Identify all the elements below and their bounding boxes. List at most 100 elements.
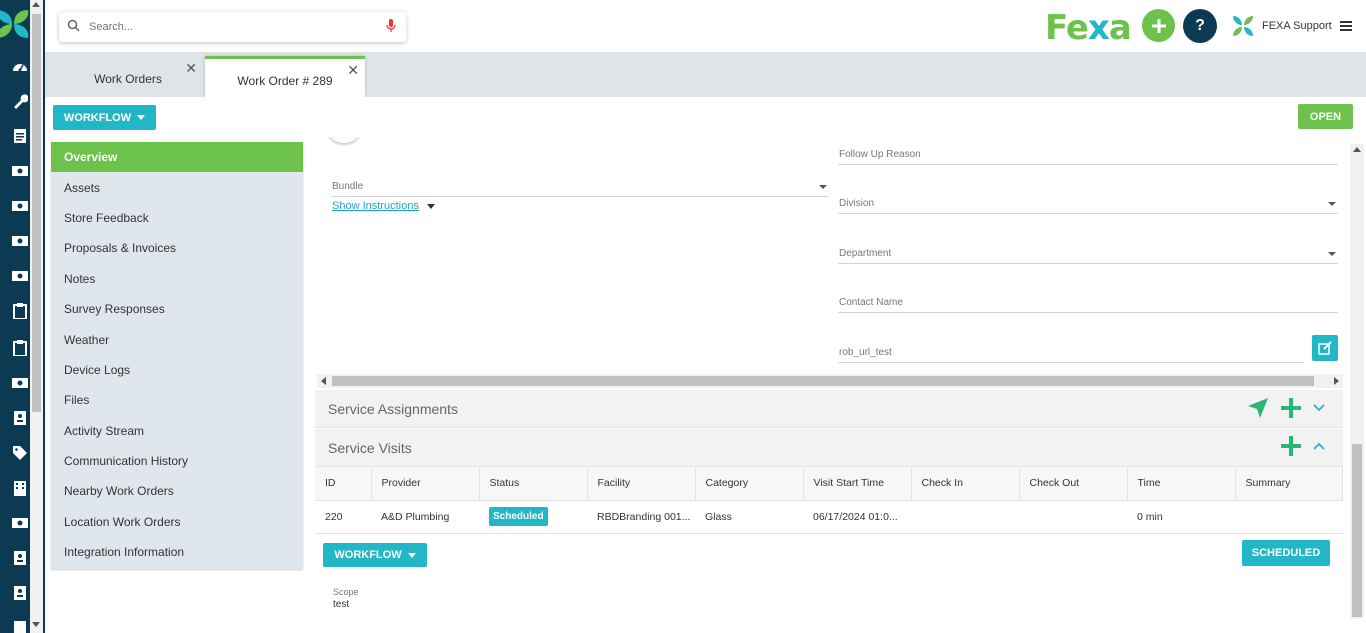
column-header-summary[interactable]: Summary [1235, 467, 1343, 501]
brand-suffix: a [1108, 8, 1132, 48]
dropdown-arrow-icon [1328, 202, 1336, 206]
wrench-icon[interactable] [12, 93, 28, 109]
sidenav-item-location-work-orders[interactable]: Location Work Orders [51, 507, 303, 537]
sidenav-item-notes[interactable]: Notes [51, 264, 303, 294]
column-header-category[interactable]: Category [695, 467, 804, 501]
vertical-scrollbar[interactable] [1350, 144, 1364, 619]
show-instructions-link[interactable]: Show Instructions [332, 200, 435, 212]
sidenav-item-weather[interactable]: Weather [51, 324, 303, 354]
building-icon[interactable] [12, 480, 28, 496]
service-assignments-header[interactable]: Service Assignments [315, 390, 1343, 428]
contact-card-icon[interactable] [12, 550, 28, 566]
follow-up-reason-field[interactable]: Follow Up Reason [838, 145, 1338, 165]
show-instructions-label: Show Instructions [332, 200, 419, 212]
column-header-visit-start-time[interactable]: Visit Start Time [803, 467, 912, 501]
microphone-icon[interactable] [386, 19, 396, 33]
main-content: WORKFLOW OPEN Overview Assets Store Feed… [45, 97, 1366, 633]
close-icon[interactable]: ✕ [185, 60, 197, 77]
sidenav-item-proposals-invoices[interactable]: Proposals & Invoices [51, 233, 303, 263]
workflow-label: WORKFLOW [334, 549, 402, 561]
column-header-status[interactable]: Status [479, 467, 588, 501]
tab-work-orders[interactable]: Work Orders ✕ [53, 57, 203, 97]
status-open-button[interactable]: OPEN [1298, 104, 1353, 129]
money-icon[interactable] [12, 375, 28, 391]
left-rail [0, 0, 45, 633]
vertical-scroll-thumb[interactable] [1352, 444, 1362, 617]
send-location-icon[interactable] [1247, 397, 1269, 419]
sidenav-item-store-feedback[interactable]: Store Feedback [51, 203, 303, 233]
fexa-mark-icon [1233, 16, 1253, 36]
plus-icon[interactable] [1281, 436, 1301, 456]
sidenav-item-communication-history[interactable]: Communication History [51, 446, 303, 476]
tab-label: Work Order # 289 [237, 74, 333, 88]
visit-workflow-dropdown-button[interactable]: WORKFLOW [323, 543, 427, 567]
chevron-down-icon[interactable] [1313, 404, 1325, 412]
hamburger-menu-icon[interactable] [1339, 21, 1352, 31]
department-select[interactable]: Department [838, 244, 1338, 264]
tab-work-order-289[interactable]: Work Order # 289 ✕ [205, 56, 365, 97]
scroll-up-icon[interactable] [1353, 147, 1361, 152]
service-visits-header[interactable]: Service Visits [315, 429, 1343, 467]
tags-icon[interactable] [12, 445, 28, 461]
column-header-id[interactable]: ID [315, 467, 372, 501]
sidenav-item-integration-information[interactable]: Integration Information [51, 537, 303, 567]
rob-url-test-label: rob_url_test [839, 347, 892, 358]
sidenav-item-survey-responses[interactable]: Survey Responses [51, 294, 303, 324]
search-input[interactable] [89, 18, 369, 36]
plus-icon[interactable] [1281, 398, 1301, 418]
help-button[interactable]: ? [1183, 9, 1217, 43]
top-bar: Fexa ? FEXA Support [45, 0, 1366, 53]
money-icon[interactable] [12, 233, 28, 249]
money-icon[interactable] [12, 268, 28, 284]
scroll-right-icon[interactable] [1334, 377, 1339, 385]
add-new-button[interactable] [1142, 9, 1175, 42]
cell-check-out [1019, 500, 1127, 534]
division-select[interactable]: Division [838, 194, 1338, 214]
money-icon[interactable] [12, 163, 28, 179]
scroll-up-icon[interactable] [32, 2, 40, 7]
horizontal-scrollbar[interactable] [317, 374, 1343, 388]
sidenav-item-device-logs[interactable]: Device Logs [51, 355, 303, 385]
sidenav-item-overview[interactable]: Overview [51, 142, 303, 173]
workflow-dropdown-button[interactable]: WORKFLOW [53, 105, 156, 130]
scroll-left-icon[interactable] [321, 377, 326, 385]
clipboard-icon[interactable] [12, 340, 28, 356]
column-header-time[interactable]: Time [1127, 467, 1236, 501]
edit-link-button[interactable] [1312, 335, 1338, 361]
column-header-check-out[interactable]: Check Out [1019, 467, 1128, 501]
contact-name-field[interactable]: Contact Name [838, 293, 1338, 313]
rail-scrollbar[interactable] [30, 0, 43, 633]
avatar [327, 137, 361, 143]
column-header-provider[interactable]: Provider [371, 467, 480, 501]
contact-card-icon[interactable] [12, 410, 28, 426]
user-menu[interactable]: FEXA Support [1232, 15, 1352, 37]
bundle-select[interactable]: Bundle [331, 177, 829, 197]
chevron-up-icon[interactable] [1313, 442, 1325, 450]
rob-url-test-field[interactable]: rob_url_test [838, 343, 1304, 363]
bundle-label: Bundle [332, 181, 364, 192]
close-icon[interactable]: ✕ [347, 62, 359, 79]
table-row[interactable]: 220 A&D Plumbing Scheduled RBDBranding 0… [315, 500, 1343, 534]
document-icon[interactable] [12, 128, 28, 144]
scheduled-status-button[interactable]: SCHEDULED [1242, 540, 1330, 566]
scroll-down-icon[interactable] [32, 622, 40, 627]
rail-scroll-thumb[interactable] [32, 14, 41, 412]
money-icon[interactable] [12, 515, 28, 531]
plus-icon [1151, 18, 1166, 33]
column-header-check-in[interactable]: Check In [911, 467, 1020, 501]
sidenav-item-files[interactable]: Files [51, 385, 303, 415]
sidenav-item-nearby-work-orders[interactable]: Nearby Work Orders [51, 476, 303, 506]
clipboard-icon[interactable] [12, 303, 28, 319]
sidenav-item-assets[interactable]: Assets [51, 172, 303, 202]
dropdown-arrow-icon [819, 185, 827, 189]
money-icon[interactable] [12, 198, 28, 214]
contact-card-icon[interactable] [12, 585, 28, 601]
work-order-form: Bundle Show Instructions Follow Up Reaso… [315, 137, 1350, 377]
horizontal-scroll-thumb[interactable] [332, 376, 1314, 386]
search-box[interactable] [59, 12, 406, 42]
column-header-facility[interactable]: Facility [587, 467, 696, 501]
sidenav-item-activity-stream[interactable]: Activity Stream [51, 416, 303, 446]
status-badge: Scheduled [489, 507, 548, 526]
calendar-icon[interactable] [12, 618, 28, 633]
dashboard-icon[interactable] [12, 58, 28, 74]
